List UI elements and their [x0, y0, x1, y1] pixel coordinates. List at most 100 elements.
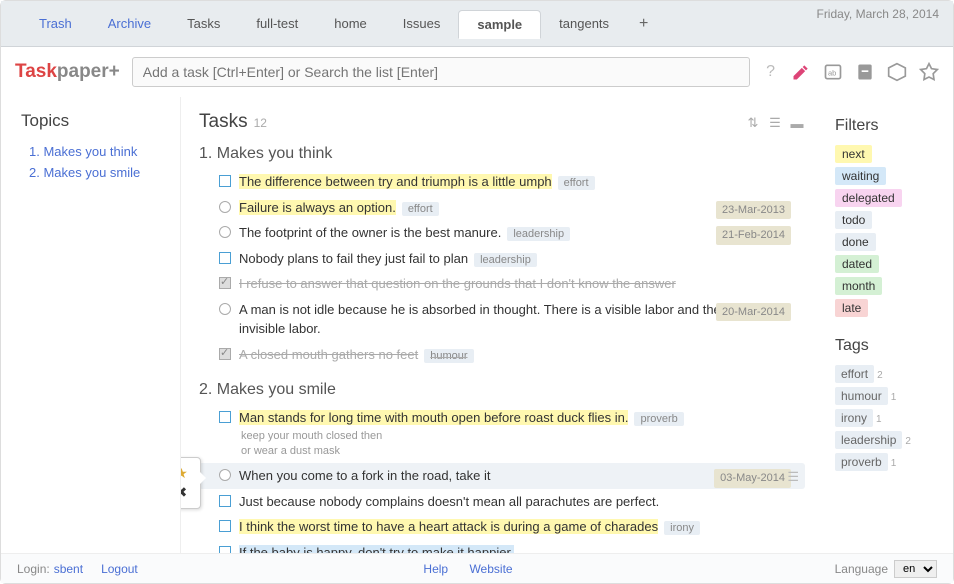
task-text: If the baby is happy, don't try to make …	[239, 543, 805, 553]
tag-irony[interactable]: irony	[835, 409, 873, 427]
task-tag[interactable]: 20-Mar-2014	[716, 303, 791, 322]
tab-tangents[interactable]: tangents	[541, 10, 627, 38]
tab-home[interactable]: home	[316, 10, 385, 38]
task-checkbox[interactable]	[219, 469, 231, 481]
toolbar: ab	[791, 62, 939, 82]
task-row[interactable]: Just because nobody complains doesn't me…	[199, 489, 805, 515]
filter-done[interactable]: done	[835, 233, 876, 251]
tab-sample[interactable]: sample	[458, 10, 541, 39]
search-input[interactable]	[132, 57, 750, 87]
task-text: The footprint of the owner is the best m…	[239, 223, 805, 243]
task-row[interactable]: A man is not idle because he is absorbed…	[199, 297, 805, 342]
tag-leadership[interactable]: leadership	[835, 431, 902, 449]
task-tag[interactable]: proverb	[634, 412, 683, 426]
task-text: I think the worst time to have a heart a…	[239, 517, 805, 537]
task-text: The difference between try and triumph i…	[239, 172, 805, 192]
edit-icon[interactable]	[791, 62, 811, 82]
task-tag[interactable]: irony	[664, 521, 700, 535]
tab-full-test[interactable]: full-test	[238, 10, 316, 38]
tag-proverb[interactable]: proverb	[835, 453, 888, 471]
star-gold-icon[interactable]: ★	[181, 465, 188, 482]
task-tag[interactable]: leadership	[507, 227, 570, 241]
logout-link[interactable]: Logout	[101, 562, 138, 576]
tag-effort[interactable]: effort	[835, 365, 874, 383]
task-row[interactable]: I refuse to answer that question on the …	[199, 271, 805, 297]
task-checkbox[interactable]	[219, 495, 231, 507]
task-checkbox[interactable]	[219, 201, 231, 213]
task-text: When you come to a fork in the road, tak…	[239, 466, 805, 486]
header: Taskpaper+ ? ab	[1, 47, 953, 97]
topic-item[interactable]: 1. Makes you think	[21, 141, 170, 162]
task-checkbox[interactable]	[219, 303, 231, 315]
language-select[interactable]: en	[894, 560, 937, 578]
logo: Taskpaper+	[15, 61, 120, 83]
filter-next[interactable]: next	[835, 145, 872, 163]
filter-dated[interactable]: dated	[835, 255, 879, 273]
task-row[interactable]: I think the worst time to have a heart a…	[199, 514, 805, 540]
task-tag[interactable]: 03-May-2014	[714, 469, 791, 488]
user-link[interactable]: sbent	[54, 562, 83, 576]
task-note: keep your mouth closed thenor wear a dus…	[199, 429, 805, 460]
tab-strip: TrashArchiveTasksfull-testhomeIssuessamp…	[21, 10, 627, 38]
archive-icon[interactable]	[887, 62, 907, 82]
filter-waiting[interactable]: waiting	[835, 167, 886, 185]
topic-item[interactable]: 2. Makes you smile	[21, 162, 170, 183]
tab-issues[interactable]: Issues	[385, 10, 459, 38]
task-checkbox[interactable]	[219, 411, 231, 423]
priority-popup: ★★★☆⬢✖	[181, 457, 201, 509]
task-row[interactable]: Nobody plans to fail they just fail to p…	[199, 246, 805, 272]
task-tag[interactable]: humour	[424, 349, 473, 363]
task-text: A closed mouth gathers no feethumour	[239, 345, 805, 365]
task-tag[interactable]: leadership	[474, 253, 537, 267]
compact-view-icon[interactable]: ▬	[789, 115, 805, 131]
task-checkbox[interactable]	[219, 546, 231, 553]
task-row[interactable]: The footprint of the owner is the best m…	[199, 220, 805, 246]
filter-month[interactable]: month	[835, 277, 882, 295]
list-view-icon[interactable]: ☰	[767, 115, 783, 131]
filter-delegated[interactable]: delegated	[835, 189, 902, 207]
tags-title: Tags	[835, 337, 941, 355]
task-checkbox[interactable]	[219, 277, 231, 289]
task-row[interactable]: Failure is always an option.effort23-Mar…	[199, 195, 805, 221]
task-text: Just because nobody complains doesn't me…	[239, 492, 805, 512]
task-checkbox[interactable]	[219, 175, 231, 187]
task-row[interactable]: A closed mouth gathers no feethumour	[199, 342, 805, 368]
task-row[interactable]: If the baby is happy, don't try to make …	[199, 540, 805, 553]
task-tag[interactable]: 23-Mar-2013	[716, 201, 791, 220]
language-label: Language	[835, 562, 888, 576]
task-row[interactable]: The difference between try and triumph i…	[199, 169, 805, 195]
tab-tasks[interactable]: Tasks	[169, 10, 238, 38]
help-link[interactable]: Help	[423, 562, 448, 576]
tag-count: 2	[877, 370, 883, 381]
footer: Login: sbent Logout Help Website Languag…	[1, 553, 953, 583]
tab-trash[interactable]: Trash	[21, 10, 90, 38]
task-tag[interactable]: effort	[558, 176, 595, 190]
task-text: Man stands for long time with mouth open…	[239, 408, 805, 428]
task-tag[interactable]: effort	[402, 202, 439, 216]
filter-late[interactable]: late	[835, 299, 868, 317]
close-icon[interactable]: ✖	[181, 484, 187, 501]
task-row[interactable]: Man stands for long time with mouth open…	[199, 405, 805, 431]
filter-todo[interactable]: todo	[835, 211, 872, 229]
add-tab-button[interactable]: +	[627, 9, 660, 39]
task-checkbox[interactable]	[219, 252, 231, 264]
task-text: Failure is always an option.effort23-Mar…	[239, 198, 805, 218]
website-link[interactable]: Website	[469, 562, 512, 576]
star-icon[interactable]	[919, 62, 939, 82]
task-menu-icon[interactable]: ☰	[787, 469, 799, 485]
sort-icon[interactable]: ⇅	[745, 115, 761, 131]
svg-text:ab: ab	[828, 68, 836, 77]
delete-icon[interactable]	[855, 62, 875, 82]
rename-icon[interactable]: ab	[823, 62, 843, 82]
task-tag[interactable]: 21-Feb-2014	[716, 226, 791, 245]
tag-count: 2	[905, 436, 911, 447]
task-checkbox[interactable]	[219, 348, 231, 360]
task-checkbox[interactable]	[219, 226, 231, 238]
task-row[interactable]: ★★★☆⬢✖When you come to a fork in the roa…	[199, 463, 805, 489]
task-count: 12	[254, 116, 267, 130]
task-checkbox[interactable]	[219, 520, 231, 532]
tab-archive[interactable]: Archive	[90, 10, 169, 38]
help-icon[interactable]: ?	[762, 63, 779, 81]
date-display: Friday, March 28, 2014	[816, 7, 939, 21]
tag-humour[interactable]: humour	[835, 387, 888, 405]
